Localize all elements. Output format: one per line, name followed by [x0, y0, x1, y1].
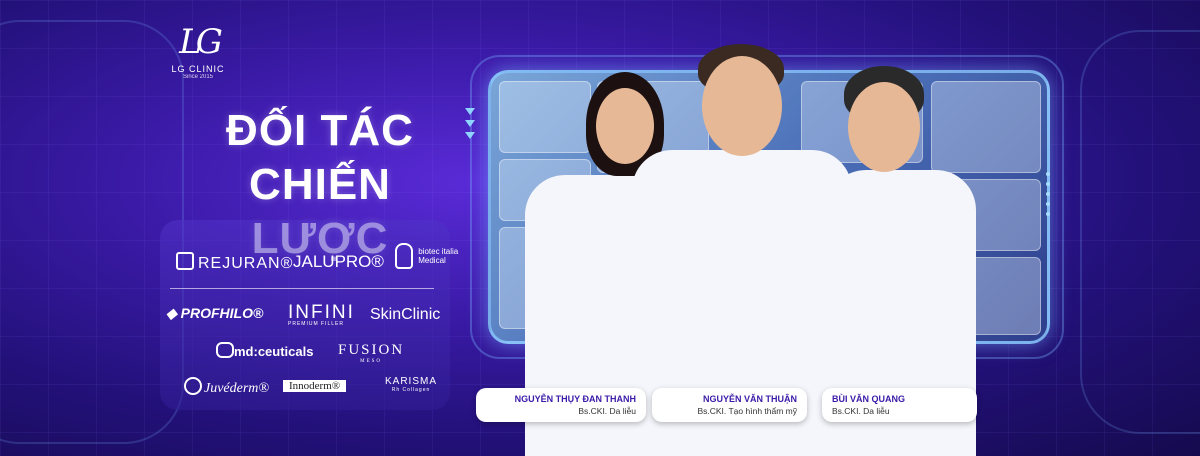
photo-tile — [931, 81, 1041, 173]
dot-icon — [1046, 192, 1050, 196]
brand-fusion-sub: MESO — [360, 359, 383, 364]
brand-innoderm: Innoderm® — [283, 380, 347, 392]
brand-infini-label: INFINI — [288, 302, 355, 323]
biotec-icon — [395, 243, 413, 269]
brand-karisma-sub: Rh Collagen — [391, 387, 431, 393]
brand-karisma-label: KARISMA — [385, 376, 438, 387]
dot-icon — [1046, 182, 1050, 186]
doctor-face — [848, 82, 920, 172]
doctor-face — [702, 56, 782, 156]
brand-mdceuticals: md:ceuticals — [216, 342, 313, 359]
doctor-role: Bs.CKI. Da liễu — [832, 406, 890, 416]
doctor-role: Bs.CKI. Tạo hình thẩm mỹ — [697, 406, 797, 416]
doctor-face — [596, 88, 654, 164]
brand-rejuran: REJURAN® — [176, 252, 293, 273]
doctor-card-3: BÙI VĂN QUANG Bs.CKI. Da liễu — [822, 388, 977, 422]
brand-biotec: biotec italia Medical — [395, 243, 458, 269]
lg-clinic-logo: LG LG CLINIC Since 2015 — [168, 22, 228, 80]
neon-frame-right — [1080, 30, 1200, 434]
neon-frame-left — [0, 20, 184, 444]
brand-karisma: KARISMA Rh Collagen — [385, 376, 437, 393]
dot-icon — [1046, 202, 1050, 206]
brand-profhilo-label: PROFHILO® — [180, 305, 264, 321]
brand-biotec-sub: Medical — [418, 256, 446, 265]
doctor-name: NGUYỄN VĂN THUẬN — [702, 394, 797, 404]
logo-mark: LG — [179, 22, 223, 62]
brand-juvederm: Juvéderm® — [184, 377, 269, 397]
doctor-name: NGUYỄN THỤY ĐAN THANH — [514, 394, 636, 404]
brand-rejuran-label: REJURAN® — [198, 255, 294, 272]
strategic-partners-banner: LG LG CLINIC Since 2015 ĐỐI TÁC CHIẾN LƯ… — [0, 0, 1200, 456]
brand-fusion: FUSION MESO — [338, 342, 404, 364]
dot-icon — [1046, 212, 1050, 216]
doctor-card-2: NGUYỄN VĂN THUẬN Bs.CKI. Tạo hình thẩm m… — [652, 388, 807, 422]
brand-skinclinic: SkinClinic — [370, 306, 441, 323]
arrow-icon — [465, 108, 475, 115]
photo-tile — [499, 81, 591, 153]
logo-since: Since 2015 — [182, 74, 214, 80]
doctor-role: Bs.CKI. Da liễu — [578, 406, 636, 416]
panel-divider — [170, 288, 434, 289]
doctor-card-1: NGUYỄN THỤY ĐAN THANH Bs.CKI. Da liễu — [476, 388, 646, 422]
mdceuticals-icon — [216, 342, 234, 358]
profhilo-icon: ◆ — [166, 305, 177, 321]
dot-icon — [1046, 172, 1050, 176]
brand-infini: INFINI PREMIUM FILLER — [288, 302, 355, 327]
brand-fusion-label: FUSION — [338, 342, 405, 358]
brand-jalupro: JALUPRO® — [293, 252, 384, 271]
juvederm-icon — [184, 377, 202, 395]
headline-line-1: ĐỐI TÁC — [226, 106, 414, 155]
logo-name: LG CLINIC — [171, 64, 225, 74]
arrow-icon — [465, 120, 475, 127]
brand-juvederm-label: Juvéderm® — [204, 381, 270, 396]
brand-biotec-label: biotec italia — [418, 247, 459, 256]
brand-mdceuticals-label: md:ceuticals — [234, 344, 314, 359]
arrow-icon — [465, 132, 475, 139]
rejuran-icon — [176, 252, 194, 270]
doctor-name: BÙI VĂN QUANG — [832, 394, 906, 404]
brand-profhilo: ◆ PROFHILO® — [166, 305, 263, 322]
